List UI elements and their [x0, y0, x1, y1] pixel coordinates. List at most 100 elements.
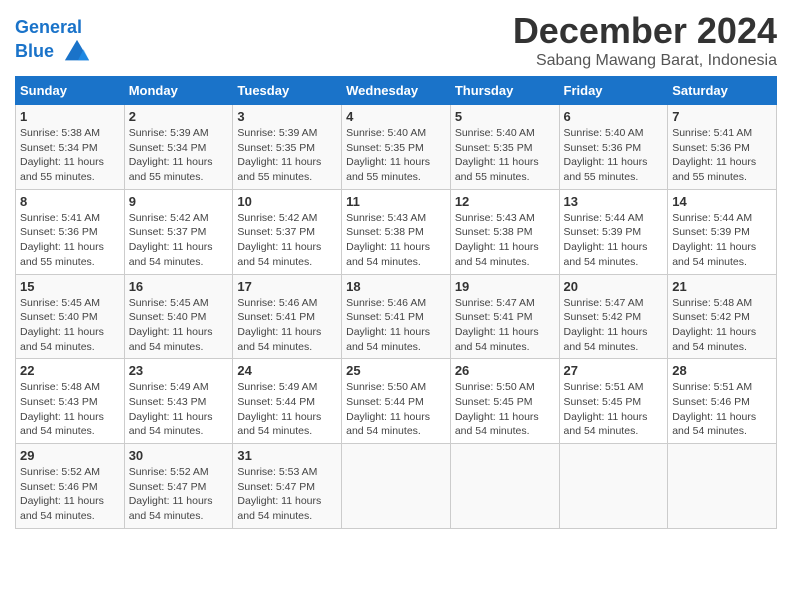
day-number: 8 — [20, 194, 120, 209]
day-detail: Sunrise: 5:38 AM Sunset: 5:34 PM Dayligh… — [20, 126, 120, 185]
day-number: 26 — [455, 363, 555, 378]
day-number: 17 — [237, 279, 337, 294]
day-detail: Sunrise: 5:53 AM Sunset: 5:47 PM Dayligh… — [237, 465, 337, 524]
month-title: December 2024 — [513, 10, 777, 52]
day-number: 2 — [129, 109, 229, 124]
day-number: 1 — [20, 109, 120, 124]
day-number: 25 — [346, 363, 446, 378]
logo-text: General — [15, 18, 91, 38]
calendar-header: General Blue December 2024 Sabang Mawang… — [15, 10, 777, 70]
calendar-week-3: 15 Sunrise: 5:45 AM Sunset: 5:40 PM Dayli… — [16, 274, 777, 359]
calendar-day-3: 3 Sunrise: 5:39 AM Sunset: 5:35 PM Daylig… — [233, 105, 342, 190]
calendar-day-24: 24Sunrise: 5:49 AM Sunset: 5:44 PM Dayli… — [233, 359, 342, 444]
calendar-day-15: 15 Sunrise: 5:45 AM Sunset: 5:40 PM Dayli… — [16, 274, 125, 359]
day-detail: Sunrise: 5:48 AM Sunset: 5:43 PM Dayligh… — [20, 380, 120, 439]
day-number: 27 — [564, 363, 664, 378]
day-number: 5 — [455, 109, 555, 124]
day-detail: Sunrise: 5:43 AM Sunset: 5:38 PM Dayligh… — [346, 211, 446, 270]
calendar-day-1: 1 Sunrise: 5:38 AM Sunset: 5:34 PM Daylig… — [16, 105, 125, 190]
day-number: 7 — [672, 109, 772, 124]
empty-cell — [668, 444, 777, 529]
day-detail: Sunrise: 5:40 AM Sunset: 5:36 PM Dayligh… — [564, 126, 664, 185]
calendar-day-4: 4 Sunrise: 5:40 AM Sunset: 5:35 PM Daylig… — [342, 105, 451, 190]
empty-cell — [342, 444, 451, 529]
calendar-day-16: 16 Sunrise: 5:45 AM Sunset: 5:40 PM Dayli… — [124, 274, 233, 359]
day-number: 12 — [455, 194, 555, 209]
day-detail: Sunrise: 5:50 AM Sunset: 5:45 PM Dayligh… — [455, 380, 555, 439]
calendar-day-17: 17Sunrise: 5:46 AM Sunset: 5:41 PM Dayli… — [233, 274, 342, 359]
day-detail: Sunrise: 5:39 AM Sunset: 5:34 PM Dayligh… — [129, 126, 229, 185]
calendar-day-22: 22 Sunrise: 5:48 AM Sunset: 5:43 PM Dayli… — [16, 359, 125, 444]
day-number: 22 — [20, 363, 120, 378]
calendar-day-7: 7 Sunrise: 5:41 AM Sunset: 5:36 PM Daylig… — [668, 105, 777, 190]
day-number: 6 — [564, 109, 664, 124]
calendar-day-14: 14Sunrise: 5:44 AM Sunset: 5:39 PM Dayli… — [668, 189, 777, 274]
day-detail: Sunrise: 5:44 AM Sunset: 5:39 PM Dayligh… — [564, 211, 664, 270]
day-number: 16 — [129, 279, 229, 294]
day-detail: Sunrise: 5:49 AM Sunset: 5:43 PM Dayligh… — [129, 380, 229, 439]
day-detail: Sunrise: 5:45 AM Sunset: 5:40 PM Dayligh… — [20, 296, 120, 355]
day-detail: Sunrise: 5:41 AM Sunset: 5:36 PM Dayligh… — [20, 211, 120, 270]
day-number: 10 — [237, 194, 337, 209]
day-detail: Sunrise: 5:40 AM Sunset: 5:35 PM Dayligh… — [346, 126, 446, 185]
calendar-table: SundayMondayTuesdayWednesdayThursdayFrid… — [15, 76, 777, 529]
location-subtitle: Sabang Mawang Barat, Indonesia — [513, 52, 777, 70]
weekday-header-tuesday: Tuesday — [233, 77, 342, 105]
weekday-header-monday: Monday — [124, 77, 233, 105]
calendar-day-11: 11 Sunrise: 5:43 AM Sunset: 5:38 PM Dayli… — [342, 189, 451, 274]
calendar-day-13: 13 Sunrise: 5:44 AM Sunset: 5:39 PM Dayli… — [559, 189, 668, 274]
calendar-week-5: 29Sunrise: 5:52 AM Sunset: 5:46 PM Dayli… — [16, 444, 777, 529]
day-detail: Sunrise: 5:51 AM Sunset: 5:45 PM Dayligh… — [564, 380, 664, 439]
calendar-day-28: 28Sunrise: 5:51 AM Sunset: 5:46 PM Dayli… — [668, 359, 777, 444]
day-number: 30 — [129, 448, 229, 463]
day-number: 19 — [455, 279, 555, 294]
day-detail: Sunrise: 5:46 AM Sunset: 5:41 PM Dayligh… — [346, 296, 446, 355]
day-number: 13 — [564, 194, 664, 209]
empty-cell — [559, 444, 668, 529]
day-detail: Sunrise: 5:47 AM Sunset: 5:41 PM Dayligh… — [455, 296, 555, 355]
day-number: 20 — [564, 279, 664, 294]
day-number: 9 — [129, 194, 229, 209]
calendar-day-9: 9 Sunrise: 5:42 AM Sunset: 5:37 PM Daylig… — [124, 189, 233, 274]
day-number: 23 — [129, 363, 229, 378]
day-detail: Sunrise: 5:40 AM Sunset: 5:35 PM Dayligh… — [455, 126, 555, 185]
day-number: 24 — [237, 363, 337, 378]
weekday-header-wednesday: Wednesday — [342, 77, 451, 105]
day-number: 15 — [20, 279, 120, 294]
calendar-day-6: 6 Sunrise: 5:40 AM Sunset: 5:36 PM Daylig… — [559, 105, 668, 190]
weekday-header-sunday: Sunday — [16, 77, 125, 105]
weekday-header-saturday: Saturday — [668, 77, 777, 105]
calendar-day-12: 12 Sunrise: 5:43 AM Sunset: 5:38 PM Dayli… — [450, 189, 559, 274]
day-number: 29 — [20, 448, 120, 463]
calendar-day-23: 23 Sunrise: 5:49 AM Sunset: 5:43 PM Dayli… — [124, 359, 233, 444]
day-detail: Sunrise: 5:52 AM Sunset: 5:47 PM Dayligh… — [129, 465, 229, 524]
day-number: 4 — [346, 109, 446, 124]
day-detail: Sunrise: 5:39 AM Sunset: 5:35 PM Dayligh… — [237, 126, 337, 185]
title-section: December 2024 Sabang Mawang Barat, Indon… — [513, 10, 777, 70]
day-detail: Sunrise: 5:50 AM Sunset: 5:44 PM Dayligh… — [346, 380, 446, 439]
calendar-day-31: 31Sunrise: 5:53 AM Sunset: 5:47 PM Dayli… — [233, 444, 342, 529]
day-detail: Sunrise: 5:45 AM Sunset: 5:40 PM Dayligh… — [129, 296, 229, 355]
calendar-week-2: 8 Sunrise: 5:41 AM Sunset: 5:36 PM Daylig… — [16, 189, 777, 274]
weekday-header-friday: Friday — [559, 77, 668, 105]
calendar-day-30: 30 Sunrise: 5:52 AM Sunset: 5:47 PM Dayli… — [124, 444, 233, 529]
day-number: 21 — [672, 279, 772, 294]
empty-cell — [450, 444, 559, 529]
day-detail: Sunrise: 5:41 AM Sunset: 5:36 PM Dayligh… — [672, 126, 772, 185]
calendar-day-5: 5 Sunrise: 5:40 AM Sunset: 5:35 PM Daylig… — [450, 105, 559, 190]
day-detail: Sunrise: 5:43 AM Sunset: 5:38 PM Dayligh… — [455, 211, 555, 270]
day-detail: Sunrise: 5:42 AM Sunset: 5:37 PM Dayligh… — [237, 211, 337, 270]
calendar-day-26: 26 Sunrise: 5:50 AM Sunset: 5:45 PM Dayli… — [450, 359, 559, 444]
calendar-day-8: 8 Sunrise: 5:41 AM Sunset: 5:36 PM Daylig… — [16, 189, 125, 274]
calendar-day-2: 2 Sunrise: 5:39 AM Sunset: 5:34 PM Daylig… — [124, 105, 233, 190]
calendar-day-29: 29Sunrise: 5:52 AM Sunset: 5:46 PM Dayli… — [16, 444, 125, 529]
day-number: 11 — [346, 194, 446, 209]
calendar-week-4: 22 Sunrise: 5:48 AM Sunset: 5:43 PM Dayli… — [16, 359, 777, 444]
weekday-header-thursday: Thursday — [450, 77, 559, 105]
day-number: 3 — [237, 109, 337, 124]
day-number: 28 — [672, 363, 772, 378]
day-number: 14 — [672, 194, 772, 209]
calendar-day-18: 18Sunrise: 5:46 AM Sunset: 5:41 PM Dayli… — [342, 274, 451, 359]
calendar-day-19: 19 Sunrise: 5:47 AM Sunset: 5:41 PM Dayli… — [450, 274, 559, 359]
day-detail: Sunrise: 5:42 AM Sunset: 5:37 PM Dayligh… — [129, 211, 229, 270]
